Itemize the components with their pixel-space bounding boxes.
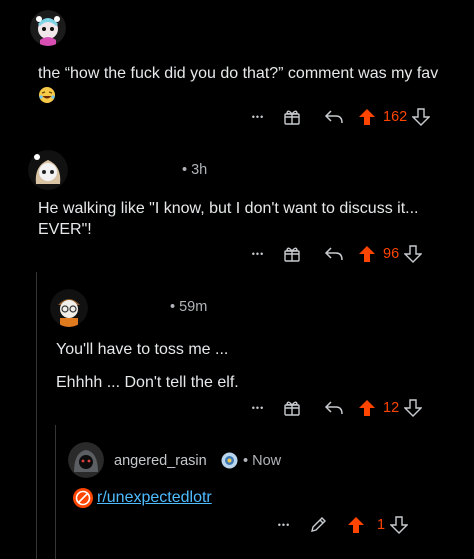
gift-icon — [284, 110, 300, 125]
downvote-arrow-icon — [390, 516, 409, 534]
thread-line — [36, 272, 37, 559]
upvote-button[interactable] — [339, 516, 373, 534]
redacted-username[interactable] — [78, 162, 173, 174]
comment-line: You'll have to toss me ... — [56, 341, 229, 358]
comment-line: Ehhhh ... Don't tell the elf. — [56, 374, 239, 391]
comment-body: He walking like "I know, but I don't wan… — [38, 200, 419, 238]
upvote-arrow-icon — [359, 400, 375, 416]
upvote-button[interactable] — [355, 399, 379, 417]
username[interactable]: angered_rasin — [114, 453, 207, 469]
reply-button[interactable] — [313, 108, 355, 126]
more-button[interactable]: ••• — [245, 112, 271, 122]
avatar[interactable] — [68, 442, 104, 478]
upvote-arrow-icon — [359, 109, 375, 125]
subreddit-icon — [72, 487, 94, 509]
laughing-emoji-icon — [38, 86, 55, 103]
avatar[interactable] — [50, 289, 88, 327]
vote-count: 12 — [383, 400, 400, 416]
vote-count: 162 — [383, 109, 408, 125]
comment-actions: ••• 162 — [245, 105, 432, 129]
thread-line — [55, 425, 56, 559]
more-button[interactable]: ••• — [271, 520, 297, 530]
reply-icon — [324, 401, 343, 415]
more-button[interactable]: ••• — [245, 249, 271, 259]
reply-button[interactable] — [313, 399, 355, 417]
pencil-icon — [311, 517, 326, 532]
downvote-button[interactable] — [410, 108, 432, 126]
avatar[interactable] — [30, 10, 66, 46]
comment-actions: ••• 96 — [245, 242, 424, 266]
user-badge-icon — [221, 452, 238, 469]
comment-actions: ••• 1 — [271, 513, 410, 537]
vote-count: 1 — [377, 517, 386, 533]
award-button[interactable] — [271, 108, 313, 126]
edit-button[interactable] — [297, 516, 339, 534]
more-button[interactable]: ••• — [245, 403, 271, 413]
avatar[interactable] — [28, 150, 68, 190]
gift-icon — [284, 401, 300, 416]
upvote-button[interactable] — [355, 108, 379, 126]
timestamp: • 3h — [182, 162, 208, 178]
upvote-button[interactable] — [355, 245, 379, 263]
gift-icon — [284, 247, 300, 262]
comment-body: the “how the fuck did you do that?” comm… — [38, 63, 458, 105]
award-button[interactable] — [271, 245, 313, 263]
vote-count: 96 — [383, 246, 400, 262]
upvote-arrow-icon — [359, 246, 375, 262]
reply-button[interactable] — [313, 245, 355, 263]
downvote-arrow-icon — [412, 108, 431, 126]
reply-icon — [324, 110, 343, 124]
downvote-button[interactable] — [402, 245, 424, 263]
downvote-button[interactable] — [388, 516, 410, 534]
upvote-arrow-icon — [348, 517, 364, 533]
downvote-arrow-icon — [404, 399, 423, 417]
downvote-button[interactable] — [402, 399, 424, 417]
downvote-arrow-icon — [404, 245, 423, 263]
subreddit-link[interactable]: r/unexpectedlotr — [72, 487, 212, 509]
reply-icon — [324, 247, 343, 261]
redacted-username[interactable] — [76, 20, 146, 32]
timestamp: • Now — [243, 453, 282, 469]
comment-actions: ••• 12 — [245, 396, 424, 420]
award-button[interactable] — [271, 399, 313, 417]
timestamp: • 59m — [170, 299, 208, 315]
redacted-username[interactable] — [98, 301, 168, 313]
